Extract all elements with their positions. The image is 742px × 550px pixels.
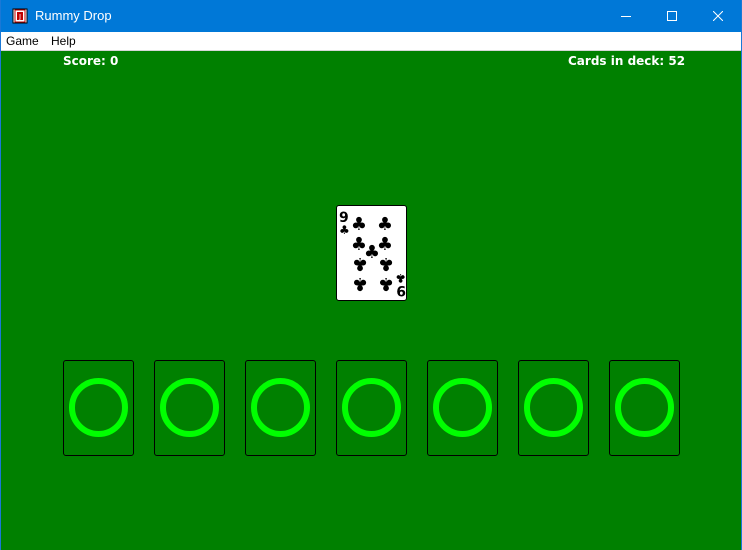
menu-game[interactable]: Game — [6, 33, 39, 49]
drop-slot-6[interactable] — [518, 360, 589, 456]
minimize-button[interactable] — [603, 0, 649, 32]
circle-icon — [69, 378, 128, 437]
svg-text:J: J — [18, 13, 21, 21]
card-pip: ♣ — [352, 253, 368, 274]
card-pip: ♣ — [352, 273, 368, 294]
current-card[interactable]: 9 ♣ 9 ♣ ♣ ♣ ♣ ♣ ♣ ♣ ♣ ♣ ♣ — [336, 205, 407, 301]
drop-slot-3[interactable] — [245, 360, 316, 456]
deck-count-display: Cards in deck: 52 — [568, 54, 686, 68]
drop-slot-1[interactable] — [63, 360, 134, 456]
card-pip: ♣ — [351, 214, 367, 235]
drop-slot-7[interactable] — [609, 360, 680, 456]
circle-icon — [615, 378, 674, 437]
close-button[interactable] — [695, 0, 741, 32]
circle-icon — [524, 378, 583, 437]
maximize-button[interactable] — [649, 0, 695, 32]
card-suit-bottom: ♣ — [395, 271, 406, 285]
circle-icon — [342, 378, 401, 437]
drop-slot-4[interactable] — [336, 360, 407, 456]
card-suit-top: ♣ — [339, 223, 350, 237]
menu-bar: Game Help — [1, 32, 741, 51]
maximize-icon — [667, 11, 677, 21]
circle-icon — [433, 378, 492, 437]
score-display: Score: 0 — [63, 54, 119, 68]
menu-help[interactable]: Help — [51, 33, 76, 49]
card-deck-app-icon: J — [12, 8, 28, 24]
title-bar[interactable]: J Rummy Drop — [1, 0, 741, 32]
game-window: J Rummy Drop Game Help Score: 0 Cards in… — [0, 0, 742, 550]
window-title: Rummy Drop — [35, 8, 112, 23]
card-pip: ♣ — [378, 273, 394, 294]
drop-slot-5[interactable] — [427, 360, 498, 456]
card-pip: ♣ — [377, 214, 393, 235]
card-pip: ♣ — [378, 253, 394, 274]
card-face: 9 ♣ 9 ♣ ♣ ♣ ♣ ♣ ♣ ♣ ♣ ♣ ♣ — [339, 210, 406, 298]
minimize-icon — [621, 16, 631, 17]
circle-icon — [160, 378, 219, 437]
drop-slot-2[interactable] — [154, 360, 225, 456]
circle-icon — [251, 378, 310, 437]
close-icon — [713, 11, 723, 21]
game-table: Score: 0 Cards in deck: 52 9 ♣ 9 ♣ ♣ ♣ ♣… — [1, 51, 741, 550]
